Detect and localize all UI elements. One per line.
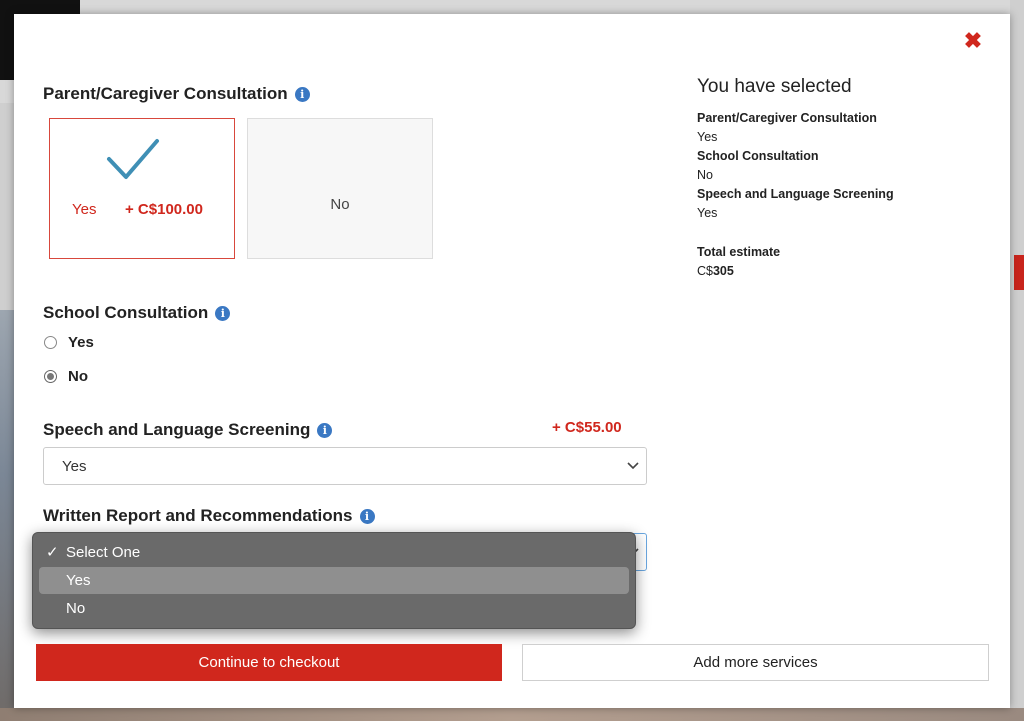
written-report-title: Written Report and Recommendations i xyxy=(43,506,375,526)
info-icon[interactable]: i xyxy=(294,86,310,102)
info-icon[interactable]: i xyxy=(359,508,375,524)
option-card-yes-price: + C$100.00 xyxy=(125,201,203,218)
dropdown-option-label: Select One xyxy=(66,544,141,561)
dropdown-option-label: Yes xyxy=(66,572,91,589)
chevron-down-icon xyxy=(627,462,639,470)
option-card-no[interactable]: No xyxy=(247,118,433,259)
radio-button[interactable] xyxy=(44,336,57,349)
radio-label: Yes xyxy=(68,334,94,351)
parent-consultation-label: Parent/Caregiver Consultation xyxy=(43,84,288,103)
summary-item-value: Yes xyxy=(697,206,718,220)
continue-to-checkout-button[interactable]: Continue to checkout xyxy=(36,644,502,681)
backdrop-red-button-edge xyxy=(1014,255,1024,290)
summary-item-value: No xyxy=(697,168,713,182)
checkmark-icon: ✓ xyxy=(46,544,59,561)
service-options-modal: ✖ Parent/Caregiver Consultation i Yes + … xyxy=(14,14,1010,708)
dropdown-option-label: No xyxy=(66,600,86,617)
parent-consultation-title: Parent/Caregiver Consultation i xyxy=(43,84,310,104)
speech-screening-price: + C$55.00 xyxy=(552,419,622,436)
summary-item-label: Speech and Language Screening xyxy=(697,187,894,201)
written-report-label: Written Report and Recommendations xyxy=(43,506,353,525)
add-more-services-button[interactable]: Add more services xyxy=(522,644,989,681)
dropdown-option-no[interactable]: No xyxy=(39,595,629,622)
radio-button-checked[interactable] xyxy=(44,370,57,383)
radio-school-no[interactable]: No xyxy=(44,368,88,385)
summary-item-label: Parent/Caregiver Consultation xyxy=(697,111,877,125)
summary-heading: You have selected xyxy=(697,76,852,97)
dropdown-option-select-one[interactable]: ✓ Select One xyxy=(39,539,629,566)
info-icon[interactable]: i xyxy=(317,422,333,438)
close-icon[interactable]: ✖ xyxy=(962,30,984,52)
option-card-yes[interactable]: Yes + C$100.00 xyxy=(49,118,235,259)
option-card-no-label: No xyxy=(330,196,350,213)
school-consultation-title: School Consultation i xyxy=(43,303,231,323)
backdrop-right-strip xyxy=(1010,0,1024,721)
option-card-yes-label: Yes xyxy=(72,201,97,218)
checkmark-icon xyxy=(107,139,159,179)
speech-screening-select[interactable]: Yes xyxy=(43,447,647,485)
total-amount: 305 xyxy=(712,264,734,278)
dropdown-option-yes[interactable]: Yes xyxy=(39,567,629,594)
backdrop-photo xyxy=(0,310,14,721)
info-icon[interactable]: i xyxy=(215,305,231,321)
total-currency: C$ xyxy=(697,264,713,278)
summary-item-value: Yes xyxy=(697,130,718,144)
speech-screening-title: Speech and Language Screening i xyxy=(43,420,333,440)
total-estimate-value: C$305 xyxy=(697,264,734,278)
select-value: Yes xyxy=(62,458,87,475)
radio-label: No xyxy=(68,368,88,385)
summary-item-label: School Consultation xyxy=(697,149,819,163)
total-estimate-label: Total estimate xyxy=(697,245,781,259)
radio-school-yes[interactable]: Yes xyxy=(44,334,94,351)
written-report-dropdown[interactable]: ✓ Select One Yes No xyxy=(32,532,636,629)
speech-screening-label: Speech and Language Screening xyxy=(43,420,311,439)
backdrop-bottom-photo xyxy=(0,708,1024,721)
school-consultation-label: School Consultation xyxy=(43,303,209,322)
